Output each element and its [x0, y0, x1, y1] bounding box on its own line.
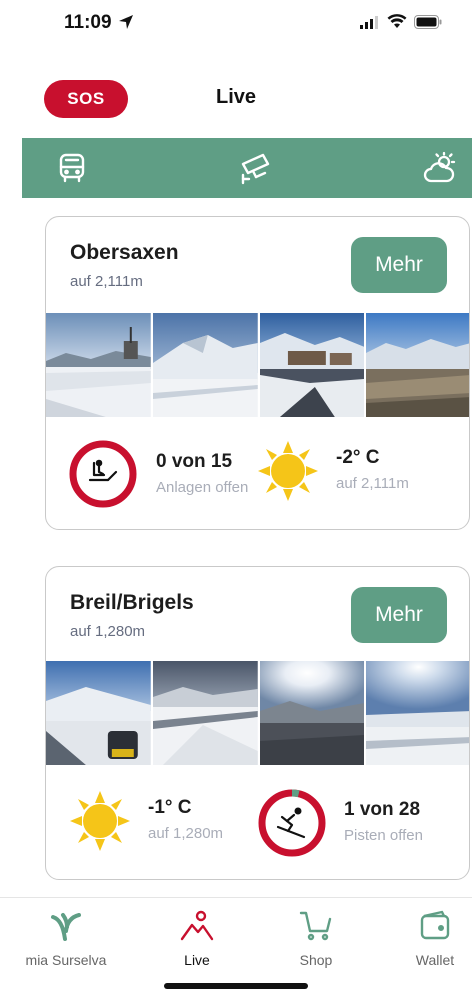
lifts-open-label: Anlagen offen [156, 479, 249, 496]
lifts-ring-icon [69, 440, 137, 508]
header: SOS Live [0, 78, 472, 122]
mountain-pin-icon [142, 908, 252, 944]
webcam-row [46, 313, 469, 417]
status-icons [360, 14, 442, 29]
temperature-value: -1° C [148, 797, 192, 818]
pistes-ring-icon [258, 789, 326, 857]
temperature-altitude: auf 1,280m [148, 825, 224, 842]
sun-icon [258, 441, 318, 501]
webcam-image[interactable] [366, 661, 469, 765]
wifi-icon [387, 14, 407, 28]
temperature-altitude: auf 2,111m [336, 475, 409, 492]
bus-icon [59, 153, 85, 183]
webcam-image[interactable] [259, 661, 365, 765]
signal-icon [360, 15, 378, 29]
webcam-image[interactable] [46, 313, 151, 417]
resort-altitude: auf 1,280m [70, 623, 146, 640]
sun-icon [70, 791, 130, 851]
webcam-image[interactable] [152, 661, 258, 765]
surselva-logo-icon [11, 908, 121, 944]
nav-label: Shop [299, 952, 333, 968]
wallet-icon [380, 908, 472, 944]
webcam-image[interactable] [152, 313, 258, 417]
nav-item-mia-surselva[interactable]: mia Surselva [11, 908, 121, 968]
webcam-image[interactable] [366, 313, 469, 417]
tab-webcams[interactable] [236, 148, 276, 188]
resort-card-obersaxen[interactable]: Obersaxen auf 2,111m Mehr 0 von 15 Anlag… [45, 216, 470, 530]
webcam-row [46, 661, 469, 765]
category-tab-strip [22, 138, 472, 198]
pistes-open-count: 1 von 28 [344, 799, 421, 820]
temperature-value: -2° C [336, 447, 380, 468]
pistes-open-label: Pisten offen [344, 827, 423, 844]
resort-name: Breil/Brigels [70, 591, 194, 614]
bottom-navigation: mia Surselva Live Shop Wallet [0, 897, 472, 989]
nav-item-live[interactable]: Live [142, 908, 252, 968]
lifts-open-count: 0 von 15 [156, 451, 233, 472]
webcam-image[interactable] [46, 661, 151, 765]
pistes-closed-ring [258, 789, 326, 857]
nav-label: Live [184, 952, 210, 968]
more-button[interactable]: Mehr [351, 237, 447, 293]
tab-transport[interactable] [52, 148, 92, 188]
weather-icon [423, 151, 456, 183]
nav-label: mia Surselva [25, 952, 107, 968]
location-arrow-icon [118, 14, 134, 35]
nav-item-wallet[interactable]: Wallet [380, 908, 472, 968]
battery-icon [414, 14, 442, 29]
nav-label: Wallet [415, 952, 455, 968]
webcam-image[interactable] [259, 313, 365, 417]
resort-name: Obersaxen [70, 241, 179, 264]
tab-weather[interactable] [420, 148, 460, 188]
cart-icon [261, 908, 371, 944]
resort-altitude: auf 2,111m [70, 273, 143, 290]
nav-item-shop[interactable]: Shop [261, 908, 371, 968]
resort-card-breil-brigels[interactable]: Breil/Brigels auf 1,280m Mehr -1° C auf … [45, 566, 470, 880]
status-bar: 11:09 [0, 0, 472, 44]
home-indicator [164, 983, 308, 989]
more-button[interactable]: Mehr [351, 587, 447, 643]
webcam-icon [241, 153, 270, 185]
status-time: 11:09 [64, 12, 112, 33]
page-title: Live [215, 86, 257, 108]
